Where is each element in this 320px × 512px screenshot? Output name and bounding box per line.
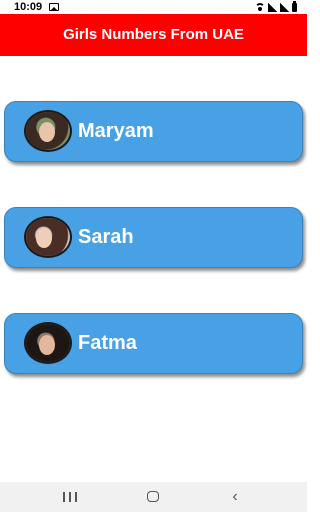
wifi-icon: [255, 3, 265, 11]
status-bar: 10:09: [0, 0, 307, 14]
contact-name: Maryam: [78, 120, 154, 142]
contact-card-maryam[interactable]: Maryam: [4, 101, 303, 162]
app-bar: Girls Numbers From UAE: [0, 14, 307, 56]
signal-icon: [280, 2, 289, 12]
avatar: [24, 322, 72, 364]
home-icon[interactable]: [147, 491, 159, 502]
app-title: Girls Numbers From UAE: [63, 26, 244, 43]
status-time: 10:09: [14, 1, 43, 13]
contact-name: Sarah: [78, 226, 134, 248]
contact-card-sarah[interactable]: Sarah: [4, 207, 303, 268]
contact-card-fatma[interactable]: Fatma: [4, 313, 303, 374]
gallery-icon: [49, 3, 59, 11]
back-icon[interactable]: ‹: [228, 489, 242, 505]
avatar: [24, 110, 72, 152]
battery-icon: [292, 0, 297, 12]
recents-icon[interactable]: [63, 492, 77, 502]
signal-icon: [268, 2, 277, 12]
navigation-bar: ‹: [0, 482, 307, 512]
avatar: [24, 216, 72, 258]
contact-name: Fatma: [78, 332, 137, 354]
status-icons: [255, 0, 297, 12]
